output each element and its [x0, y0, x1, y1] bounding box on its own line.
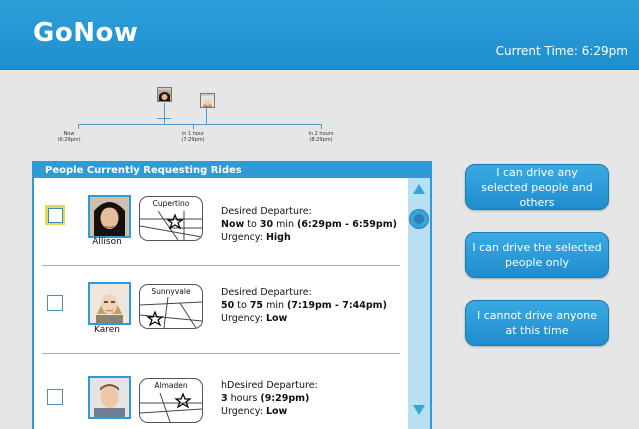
timeline-label-2h: in 2 hours (8:29pm): [301, 131, 341, 143]
timeline-axis: [78, 124, 322, 125]
request-location-map[interactable]: Sunnyvale: [139, 284, 203, 329]
urgency: Urgency: Low: [221, 406, 288, 417]
urgency: Urgency: High: [221, 232, 291, 243]
drive-selected-and-others-button[interactable]: I can drive any selected people and othe…: [465, 164, 609, 210]
timeline-avatar-karen[interactable]: [200, 93, 215, 108]
timeline-tick: [321, 124, 322, 129]
request-photo: [88, 376, 131, 419]
request-row: Karen Sunnyvale Desired Departure: 50 to…: [34, 266, 406, 354]
scroll-down-arrow-icon[interactable]: [413, 405, 425, 415]
request-city: Almaden: [154, 381, 188, 390]
scroll-thumb[interactable]: [409, 209, 429, 229]
panel-title: People Currently Requesting Rides: [34, 163, 430, 178]
timeline-label-now: Now (6:29pm): [49, 131, 89, 143]
request-checkbox[interactable]: [47, 389, 63, 405]
current-time: Current Time: 6:29pm: [495, 44, 628, 58]
departure-window: 50 to 75 min (7:19pm - 7:44pm): [221, 300, 387, 311]
request-row: Allison Cupertino Desired Departure: Now…: [34, 178, 406, 266]
request-checkbox[interactable]: [45, 205, 65, 225]
request-checkbox[interactable]: [47, 295, 63, 311]
departure-window: Now to 30 min (6:29pm - 6:59pm): [221, 219, 397, 230]
panel-scrollbar[interactable]: [408, 178, 430, 429]
timeline-label-1h: in 1 hour (7:29pm): [173, 131, 213, 143]
timeline-tick: [78, 124, 79, 129]
cannot-drive-button[interactable]: I cannot drive anyone at this time: [465, 300, 609, 346]
request-name: Karen: [93, 325, 120, 335]
app-logo: GoNow: [33, 18, 139, 48]
urgency: Urgency: Low: [221, 313, 288, 324]
request-name: Allison: [92, 237, 122, 247]
ride-requests-panel: People Currently Requesting Rides Alliso…: [32, 161, 432, 429]
timeline-label-time: (6:29pm): [57, 137, 81, 143]
timeline-label-time: (7:29pm): [181, 137, 205, 143]
timeline-marker-stem: [206, 108, 207, 124]
request-details: Desired Departure: Now to 30 min (6:29pm…: [221, 205, 397, 244]
app-header: GoNow Current Time: 6:29pm: [0, 0, 639, 70]
timeline-marker-stem: [164, 103, 165, 124]
timeline-marker-base: [157, 118, 171, 119]
timeline-label-time: (8:29pm): [309, 137, 333, 143]
request-photo: [88, 282, 131, 325]
request-row: Almaden hDesired Departure: 3 hours (9:2…: [34, 354, 406, 429]
departure-label: Desired Departure:: [221, 287, 312, 298]
timeline-avatar-allison[interactable]: [157, 87, 172, 102]
request-photo: [88, 195, 131, 238]
request-city: Cupertino: [152, 199, 190, 208]
request-details: Desired Departure: 50 to 75 min (7:19pm …: [221, 286, 387, 325]
departure-label: hDesired Departure:: [221, 380, 318, 391]
timeline-tick: [193, 124, 194, 129]
request-city: Sunnyvale: [151, 287, 191, 296]
departure-label: Desired Departure:: [221, 206, 312, 217]
scroll-up-arrow-icon[interactable]: [413, 184, 425, 194]
departure-window: 3 hours (9:29pm): [221, 393, 310, 404]
request-details: hDesired Departure: 3 hours (9:29pm) Urg…: [221, 379, 318, 418]
drive-selected-only-button[interactable]: I can drive the selected people only: [465, 232, 609, 278]
request-location-map[interactable]: Cupertino: [139, 196, 203, 241]
request-location-map[interactable]: Almaden: [139, 378, 203, 423]
